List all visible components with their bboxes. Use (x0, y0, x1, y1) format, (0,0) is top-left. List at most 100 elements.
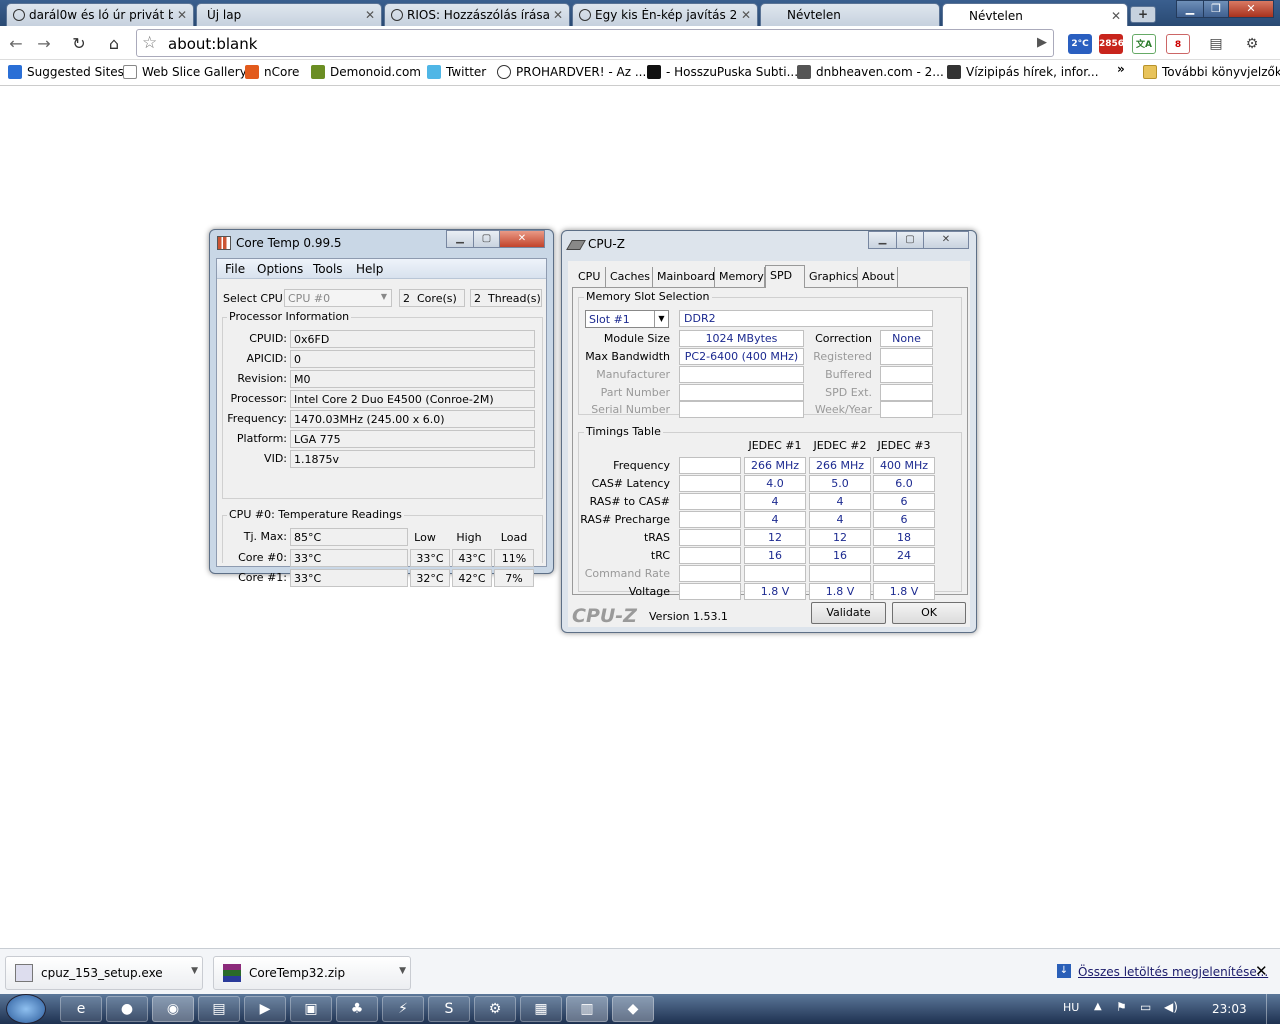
go-icon[interactable]: ▶ (1037, 35, 1047, 50)
maximize-button[interactable]: ▢ (896, 231, 924, 249)
tjmax-value: 85°C (290, 528, 408, 546)
weather-extension-icon[interactable]: 2°C (1068, 34, 1092, 54)
other-bookmarks-folder[interactable]: További könyvjelzők (1143, 65, 1280, 79)
cpuz-taskbar-icon[interactable]: ◆ (612, 996, 654, 1022)
media-taskbar-icon[interactable]: ▶ (244, 996, 286, 1022)
module-size-label: Module Size (603, 332, 670, 345)
installer-icon (15, 964, 33, 982)
chrome-taskbar-icon[interactable]: ◉ (152, 996, 194, 1022)
tab-2[interactable]: RIOS: Hozzászólás írása ...✕ (384, 3, 570, 26)
chevron-down-icon[interactable]: ▼ (191, 966, 198, 976)
bookmark-item[interactable]: - HosszuPuska Subti... (647, 65, 798, 79)
bookmark-item[interactable]: nCore (245, 65, 299, 79)
tool-taskbar-icon[interactable]: ⚙ (474, 996, 516, 1022)
network-icon[interactable]: ▭ (1140, 1000, 1151, 1014)
wrench-icon[interactable]: ⚙ (1240, 34, 1264, 54)
info-label: Processor: (230, 392, 288, 405)
bookmark-item[interactable]: Demonoid.com (311, 65, 421, 79)
max-bandwidth-label: Max Bandwidth (585, 350, 670, 363)
download-item[interactable]: cpuz_153_setup.exe ▼ (5, 956, 203, 990)
close-button[interactable]: ✕ (923, 231, 969, 249)
bookmark-item[interactable]: Twitter (427, 65, 486, 79)
clock[interactable]: 23:03 (1212, 1002, 1247, 1016)
close-icon[interactable]: ✕ (1255, 962, 1268, 980)
translate-extension-icon[interactable]: 文A (1132, 34, 1156, 54)
skype-taskbar-icon[interactable]: S (428, 996, 470, 1022)
close-icon[interactable]: ✕ (741, 8, 751, 22)
download-item[interactable]: CoreTemp32.zip ▼ (213, 956, 411, 990)
cpu-select[interactable]: CPU #0 ▼ (284, 289, 392, 307)
validate-button[interactable]: Validate (811, 602, 886, 624)
tab-0[interactable]: darál0w és ló úr privát b... ✕ (6, 3, 194, 26)
timing-label: Frequency (613, 459, 670, 472)
bookmark-item[interactable]: PROHARDVER! - Az ... (497, 65, 646, 79)
tab-graphics[interactable]: Graphics (805, 267, 858, 287)
chevron-down-icon: ▼ (380, 292, 387, 301)
archive-icon (223, 964, 241, 982)
more-bookmarks-chevron[interactable]: » (1117, 62, 1125, 76)
back-button[interactable]: ← (5, 33, 27, 55)
tab-1[interactable]: Új lap ✕ (196, 3, 382, 26)
tray-expand-icon[interactable]: ▲ (1094, 1001, 1102, 1012)
save-taskbar-icon[interactable]: ▣ (290, 996, 332, 1022)
menu-tools[interactable]: Tools (313, 262, 343, 276)
torrent-taskbar-icon[interactable]: ⚡ (382, 996, 424, 1022)
core-temp-value: 33°C (290, 569, 408, 587)
tab-spd[interactable]: SPD (765, 265, 805, 288)
close-button[interactable]: ✕ (499, 230, 545, 248)
tab-mainboard[interactable]: Mainboard (653, 267, 715, 287)
explorer-taskbar-icon[interactable]: ▤ (198, 996, 240, 1022)
close-window-button[interactable]: ✕ (1228, 0, 1274, 18)
close-icon[interactable]: ✕ (553, 8, 563, 22)
winrar-taskbar-icon[interactable]: ▦ (520, 996, 562, 1022)
bookmark-item[interactable]: dnbheaven.com - 2... (797, 65, 944, 79)
close-icon[interactable]: ✕ (177, 8, 187, 22)
firefox-taskbar-icon[interactable]: ● (106, 996, 148, 1022)
network-taskbar-icon[interactable]: ♣ (336, 996, 378, 1022)
bookmark-item[interactable]: Vízipipás hírek, infor... (947, 65, 1099, 79)
start-button[interactable] (6, 994, 46, 1024)
address-bar[interactable]: ☆ about:blank ▶ (136, 29, 1054, 57)
coretemp-taskbar-icon[interactable]: ▥ (566, 996, 608, 1022)
menu-file[interactable]: File (225, 262, 245, 276)
star-icon[interactable]: ☆ (142, 33, 157, 53)
serial-number-label: Serial Number (591, 403, 670, 416)
slot-select[interactable]: Slot #1 ▼ (585, 310, 669, 328)
tab-cpu[interactable]: CPU (574, 267, 606, 287)
new-tab-button[interactable]: + (1130, 6, 1156, 23)
notifier-extension-icon[interactable]: 8 (1166, 34, 1190, 54)
forward-button[interactable]: → (33, 33, 55, 55)
menu-help[interactable]: Help (356, 262, 383, 276)
close-icon[interactable]: ✕ (1111, 9, 1121, 23)
show-desktop-button[interactable] (1266, 994, 1280, 1024)
show-all-downloads-link[interactable]: Összes letöltés megjelenítése... (1078, 965, 1268, 979)
info-label: Frequency: (227, 412, 287, 425)
tab-memory[interactable]: Memory (715, 267, 765, 287)
timing-blank-cell (679, 493, 741, 510)
ie-taskbar-icon[interactable]: e (60, 996, 102, 1022)
tab-caches[interactable]: Caches (606, 267, 653, 287)
home-button[interactable]: ⌂ (103, 33, 125, 55)
close-icon[interactable]: ✕ (365, 8, 375, 22)
page-menu-icon[interactable]: ▤ (1204, 34, 1228, 54)
max-bandwidth-value: PC2-6400 (400 MHz) (679, 348, 804, 365)
ok-button[interactable]: OK (892, 602, 966, 624)
tab-3[interactable]: Egy kis Én-kép javítás 2... ✕ (572, 3, 758, 26)
flag-icon[interactable]: ⚑ (1116, 1000, 1127, 1014)
maximize-button[interactable]: ❐ (1203, 0, 1229, 18)
gmail-extension-icon[interactable]: 2856 (1099, 34, 1124, 54)
volume-icon[interactable]: ◀) (1164, 1000, 1178, 1014)
bookmark-item[interactable]: Suggested Sites (8, 65, 124, 79)
tab-about[interactable]: About (858, 267, 898, 287)
bookmark-item[interactable]: Web Slice Gallery (123, 65, 247, 79)
maximize-button[interactable]: ▢ (473, 230, 500, 248)
tab-4[interactable]: Névtelen (760, 3, 940, 26)
menu-options[interactable]: Options (257, 262, 303, 276)
language-indicator[interactable]: HU (1063, 1001, 1079, 1014)
minimize-button[interactable]: ▁ (868, 231, 897, 249)
chevron-down-icon[interactable]: ▼ (399, 966, 406, 976)
minimize-button[interactable]: ▁ (446, 230, 474, 248)
reload-button[interactable]: ↻ (68, 33, 90, 55)
tab-5-active[interactable]: Névtelen ✕ (942, 3, 1128, 27)
minimize-button[interactable]: ▁ (1176, 0, 1204, 18)
